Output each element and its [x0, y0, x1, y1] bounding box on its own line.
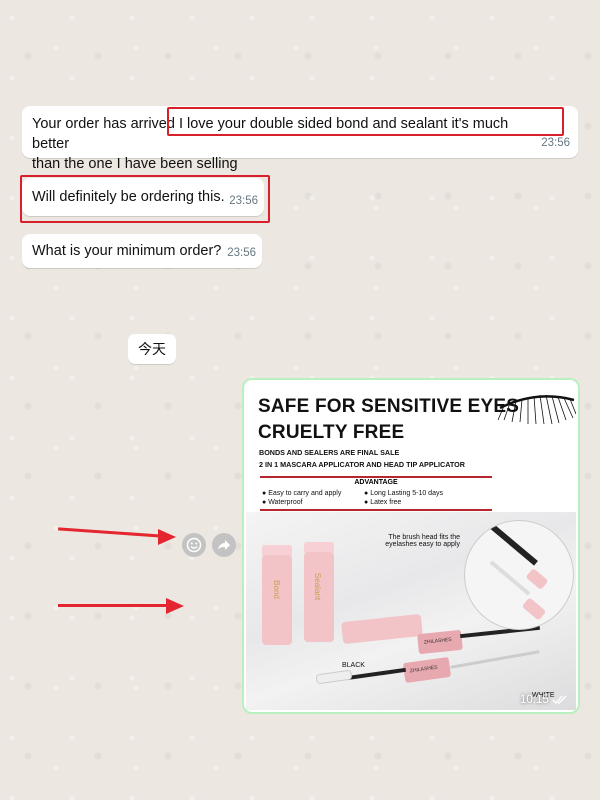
sub-line-2: 2 IN 1 MASCARA APPLICATOR AND HEAD TIP A… [259, 460, 465, 469]
advantage-title: ADVANTAGE [354, 479, 398, 486]
message-bubble-3[interactable]: What is your minimum order? 23:56 [22, 234, 262, 268]
date-separator: 今天 [128, 334, 176, 364]
message-bubble-2[interactable]: Will definitely be ordering this. 23:56 [22, 178, 264, 216]
double-check-icon [552, 695, 567, 704]
message-time: 23:56 [229, 195, 258, 207]
message-time: 23:56 [227, 247, 256, 259]
red-arrow-2-head [166, 598, 184, 614]
label-black: BLACK [342, 662, 365, 669]
image-message[interactable]: SAFE FOR SENSITIVE EYES CRUELTY FREE BON… [244, 380, 578, 712]
advantage-item: ● Long Lasting 5-10 days [364, 490, 443, 497]
tube-sealant: Sealant [304, 552, 334, 642]
advantage-item: ● Easy to carry and apply [262, 490, 342, 497]
message-text: Your order has arrived I love your doubl… [32, 116, 509, 172]
smiley-icon[interactable] [182, 533, 206, 557]
image-time: 10:15 [520, 694, 568, 706]
message-time: 23:56 [541, 137, 570, 149]
message-text: Will definitely be ordering this. [32, 189, 225, 205]
red-arrow-2 [58, 604, 168, 607]
callout-text: The brush head fits the eyelashes easy t… [385, 534, 460, 548]
message-bubble-1[interactable]: Your order has arrived I love your doubl… [22, 106, 578, 172]
zoom-detail [464, 520, 574, 630]
tube-bond: Bond [262, 555, 292, 645]
red-arrow-1-head [158, 529, 176, 545]
headline-2: CRUELTY FREE [258, 422, 405, 443]
forward-icon[interactable] [212, 533, 236, 557]
headline-1: SAFE FOR SENSITIVE EYES [258, 396, 520, 417]
product-image[interactable]: SAFE FOR SENSITIVE EYES CRUELTY FREE BON… [246, 382, 576, 710]
message-text: What is your minimum order? [32, 243, 222, 259]
divider [260, 509, 492, 511]
advantage-item: ● Waterproof [262, 499, 303, 506]
advantage-item: ● Latex free [364, 499, 402, 506]
sub-line-1: BONDS AND SEALERS ARE FINAL SALE [259, 448, 400, 457]
divider [260, 476, 492, 478]
eyelash-graphic [497, 394, 576, 425]
